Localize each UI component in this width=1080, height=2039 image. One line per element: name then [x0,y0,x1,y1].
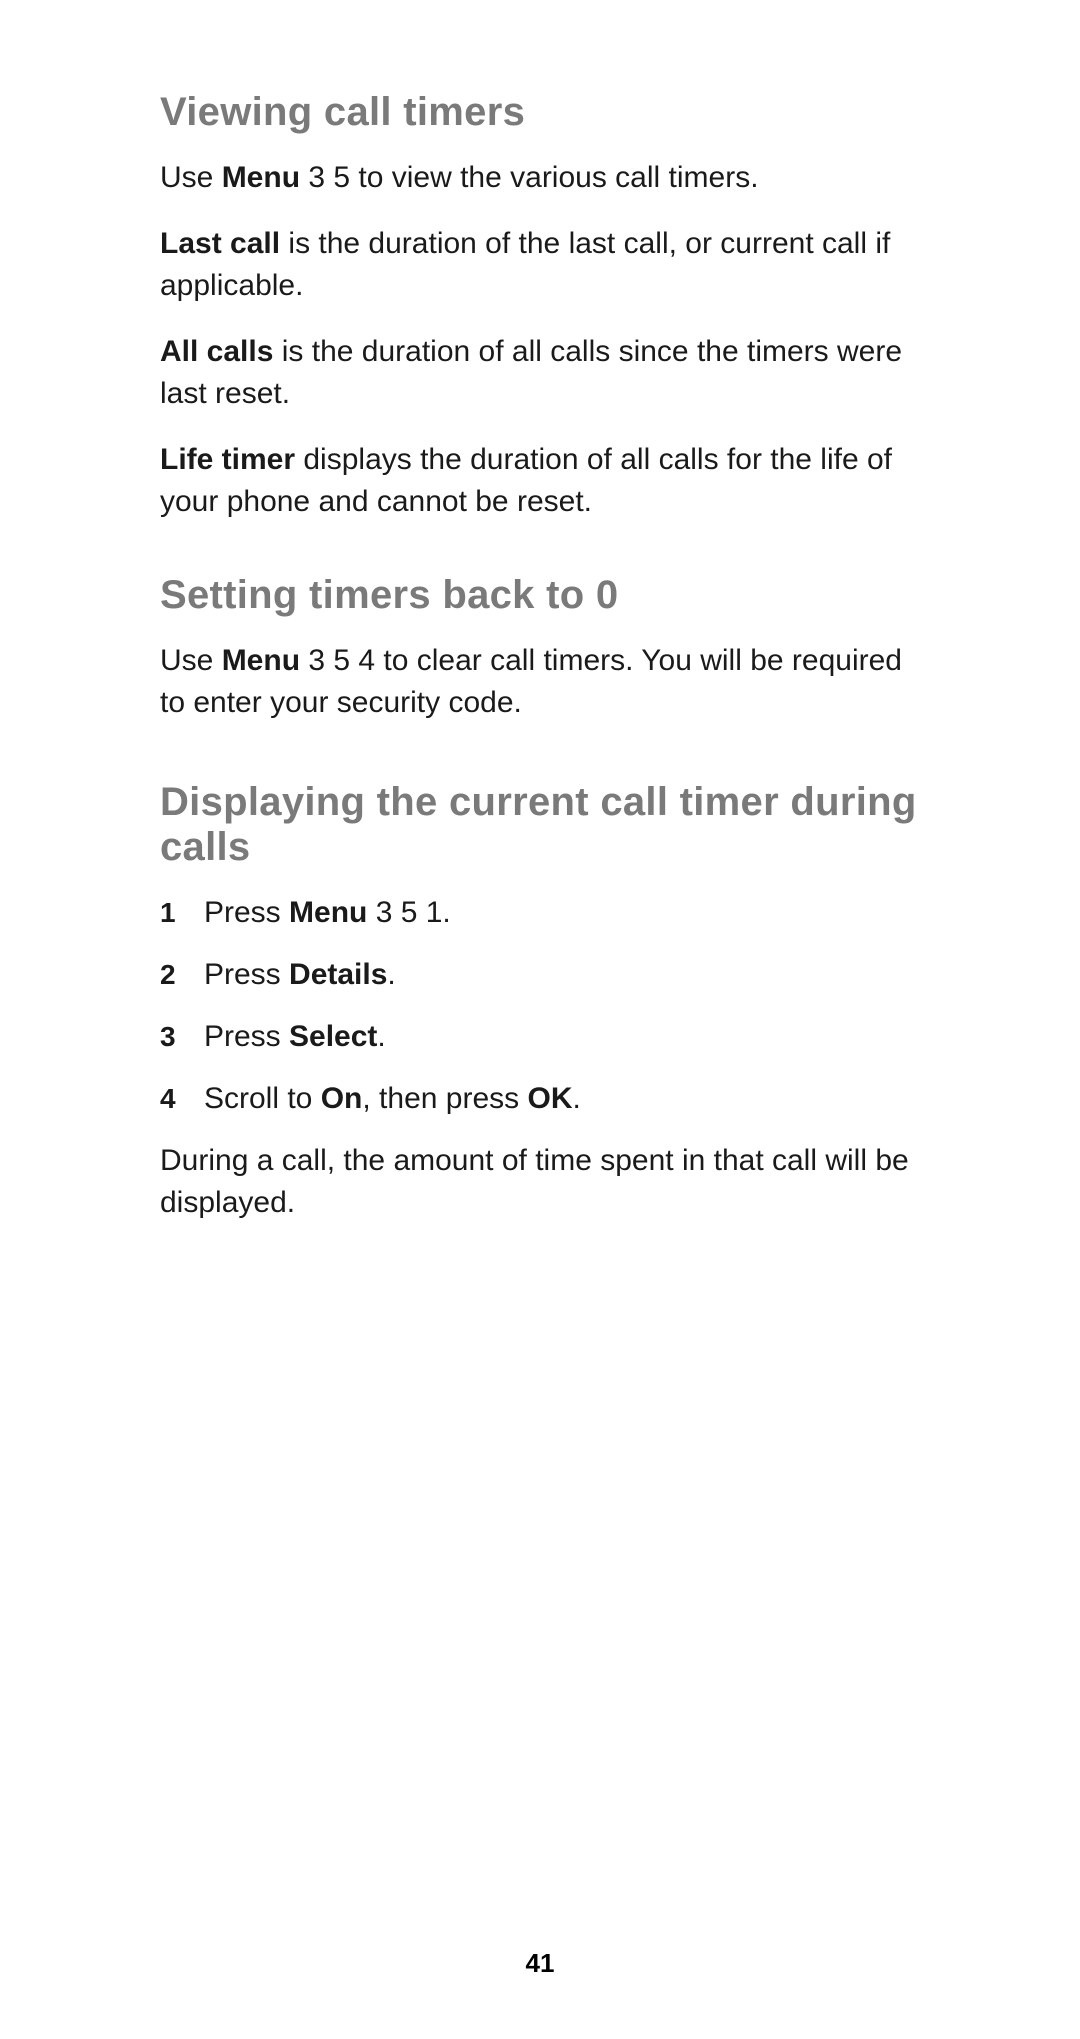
text-bold-menu: Menu [222,161,300,194]
text-fragment: Use [160,161,222,194]
text-bold-all-calls: All calls [160,335,273,368]
text-bold-life-timer: Life timer [160,443,295,476]
list-item: Press Select. [160,1016,920,1058]
text-bold-menu: Menu [289,896,367,929]
body-text: Use Menu 3 5 to view the various call ti… [160,157,920,199]
text-fragment: . [387,958,395,991]
text-bold-ok: OK [527,1082,572,1115]
step-list: Press Menu 3 5 1. Press Details. Press S… [160,892,920,1120]
body-text: Use Menu 3 5 4 to clear call timers. You… [160,640,920,724]
text-fragment: , then press [362,1082,527,1115]
body-text: Life timer displays the duration of all … [160,439,920,523]
text-bold-on: On [321,1082,363,1115]
text-fragment: 3 5 1. [367,896,450,929]
text-fragment: 3 5 to view the various call timers. [300,161,759,194]
body-text: During a call, the amount of time spent … [160,1140,920,1224]
list-item: Press Menu 3 5 1. [160,892,920,934]
text-fragment: . [572,1082,580,1115]
list-item: Press Details. [160,954,920,996]
text-bold-menu: Menu [222,644,300,677]
body-text: Last call is the duration of the last ca… [160,223,920,307]
text-fragment: Press [204,1020,289,1053]
text-bold-last-call: Last call [160,227,280,260]
body-text: All calls is the duration of all calls s… [160,331,920,415]
text-fragment: Press [204,896,289,929]
text-bold-select: Select [289,1020,377,1053]
page-number: 41 [0,1948,1080,1979]
heading-displaying-current-timer: Displaying the current call timer during… [160,780,920,870]
text-fragment: . [377,1020,385,1053]
text-fragment: Scroll to [204,1082,321,1115]
text-fragment: Use [160,644,222,677]
list-item: Scroll to On, then press OK. [160,1078,920,1120]
text-bold-details: Details [289,958,387,991]
text-fragment: Press [204,958,289,991]
heading-viewing-call-timers: Viewing call timers [160,90,920,135]
heading-setting-timers: Setting timers back to 0 [160,573,920,618]
